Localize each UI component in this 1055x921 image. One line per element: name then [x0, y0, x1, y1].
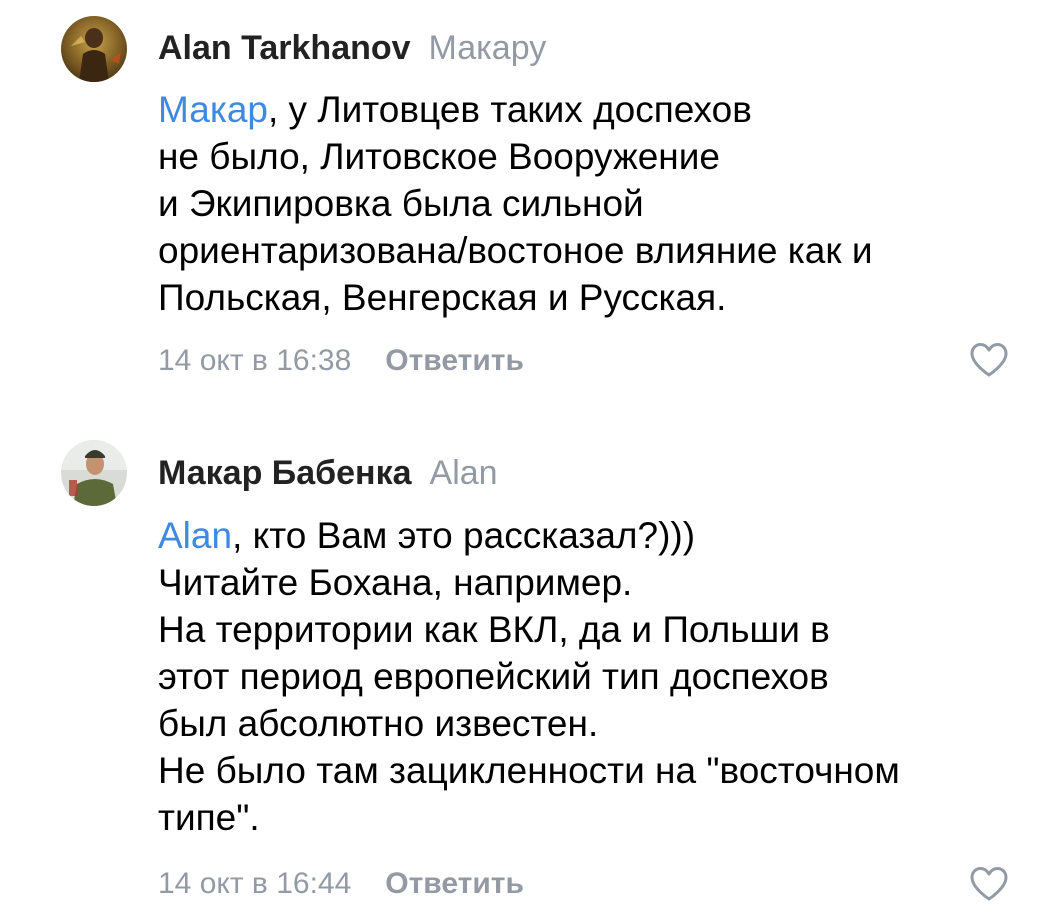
comment-line: Макар, у Литовцев таких доспехов: [158, 86, 873, 133]
comment-line: Не было там зацикленности на "восточном: [158, 750, 900, 791]
comment-line: Читайте Бохана, например.: [158, 562, 633, 603]
reply-to-name[interactable]: Alan: [430, 454, 498, 492]
comment-line: был абсолютно известен.: [158, 703, 599, 744]
mention-link[interactable]: Alan: [158, 515, 232, 556]
reply-to-name[interactable]: Макару: [429, 29, 547, 67]
like-button[interactable]: [969, 866, 1009, 902]
comment-line: и Экипировка была сильной: [158, 183, 644, 224]
avatar[interactable]: [61, 16, 127, 82]
comment-line: не было, Литовское Вооружение: [158, 136, 720, 177]
comment-line-text: , кто Вам это рассказал?))): [232, 515, 696, 556]
timestamp: 14 окт в 16:44: [158, 867, 352, 900]
heart-outline-icon: [970, 343, 1008, 377]
comment-meta: 14 окт в 16:44 Ответить: [158, 869, 524, 899]
reply-button[interactable]: Ответить: [385, 344, 524, 377]
comment-text: Макар, у Литовцев таких доспехов не было…: [158, 86, 873, 321]
comment-line: На территории как ВКЛ, да и Польши в: [158, 609, 830, 650]
comment-line: ориентаризована/востоное влияние как и: [158, 230, 873, 271]
comment-line: типе".: [158, 797, 260, 838]
avatar-photo-warrior-icon: [61, 16, 127, 82]
like-button[interactable]: [969, 342, 1009, 378]
comment-line-text: , у Литовцев таких доспехов: [267, 89, 752, 130]
comment-text: Alan, кто Вам это рассказал?))) Читайте …: [158, 512, 900, 841]
comment-header: Alan Tarkhanov Макару: [158, 31, 546, 65]
comment-line: Alan, кто Вам это рассказал?))): [158, 512, 900, 559]
comment-line: этот период европейский тип доспехов: [158, 656, 829, 697]
avatar-photo-soldier-icon: [61, 440, 127, 506]
author-name[interactable]: Alan Tarkhanov: [158, 29, 411, 67]
author-name[interactable]: Макар Бабенка: [158, 454, 412, 492]
comment-line: Польская, Венгерская и Русская.: [158, 277, 727, 318]
comment-meta: 14 окт в 16:38 Ответить: [158, 346, 524, 376]
timestamp: 14 окт в 16:38: [158, 344, 352, 377]
mention-link[interactable]: Макар: [158, 89, 268, 130]
heart-outline-icon: [970, 867, 1008, 901]
reply-button[interactable]: Ответить: [385, 867, 524, 900]
avatar[interactable]: [61, 440, 127, 506]
comment-header: Макар Бабенка Alan: [158, 456, 498, 490]
